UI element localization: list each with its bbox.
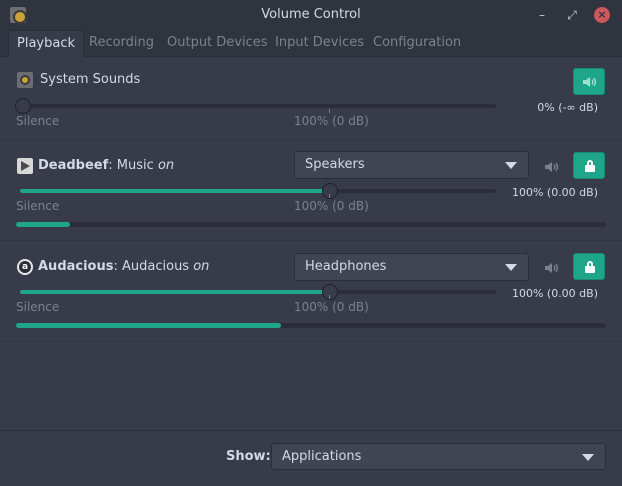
volume-value: 0% (-∞ dB)	[537, 101, 598, 114]
volume-slider[interactable]	[20, 284, 496, 300]
stream-audacious: a Audacious: Audacious on Headphones 100…	[0, 241, 622, 342]
silence-label: Silence	[16, 199, 60, 213]
on-word: on	[157, 158, 175, 173]
tab-playback[interactable]: Playback	[8, 30, 85, 57]
device-select-value: Speakers	[305, 157, 365, 172]
window-title: Volume Control	[261, 7, 361, 22]
system-sounds-icon	[17, 72, 33, 88]
show-filter-value: Applications	[282, 449, 362, 464]
name-separator: :	[113, 259, 122, 274]
media-name: Music	[116, 158, 154, 173]
silence-label: Silence	[16, 300, 60, 314]
stream-name: Audacious: Audacious on	[38, 259, 209, 274]
on-word: on	[193, 259, 210, 274]
volume-slider-handle[interactable]	[322, 284, 338, 300]
show-filter-select[interactable]: Applications	[271, 443, 606, 470]
footer: Show: Applications	[0, 430, 622, 486]
speaker-icon	[583, 77, 597, 87]
volume-value: 100% (0.00 dB)	[511, 287, 598, 300]
tab-bar: Playback Recording Output Devices Input …	[0, 30, 622, 57]
stream-name: Deadbeef: Music on	[38, 158, 174, 173]
reference-tick	[329, 295, 330, 299]
maximize-button[interactable]: ⤢	[563, 6, 581, 24]
volume-slider-handle[interactable]	[15, 98, 31, 114]
volume-control-window: Volume Control – ⤢ × Playback Recording …	[0, 0, 622, 486]
tab-output-devices[interactable]: Output Devices	[159, 30, 276, 57]
reference-label: 100% (0 dB)	[294, 199, 369, 213]
reference-label: 100% (0 dB)	[294, 300, 369, 314]
deadbeef-app-icon	[17, 158, 33, 174]
show-label: Show:	[226, 449, 271, 464]
peak-level-fill	[16, 222, 70, 227]
lock-channels-button[interactable]	[573, 152, 605, 179]
device-select[interactable]: Headphones	[294, 253, 529, 281]
name-separator: :	[108, 158, 117, 173]
mute-toggle-button[interactable]	[573, 68, 605, 95]
volume-slider[interactable]	[15, 98, 496, 114]
volume-slider-fill	[20, 189, 330, 193]
lock-channels-button[interactable]	[573, 253, 605, 280]
lock-icon	[585, 261, 595, 273]
stream-system-sounds: System Sounds 0% (-∞ dB) Silence 100% (0…	[0, 57, 622, 140]
silence-label: Silence	[16, 114, 60, 128]
tab-input-devices[interactable]: Input Devices	[267, 30, 372, 57]
volume-slider-fill	[20, 290, 330, 294]
close-button[interactable]: ×	[594, 7, 610, 23]
chevron-down-icon	[505, 264, 517, 271]
lock-icon	[585, 160, 595, 172]
peak-level-meter	[16, 222, 606, 227]
chevron-down-icon	[582, 454, 594, 461]
stream-name: System Sounds	[40, 72, 141, 87]
reference-label: 100% (0 dB)	[294, 114, 369, 128]
minimize-button[interactable]: –	[533, 6, 551, 24]
title-bar: Volume Control – ⤢ ×	[0, 0, 622, 30]
reference-tick	[329, 109, 330, 113]
device-select-value: Headphones	[305, 259, 387, 274]
tab-recording[interactable]: Recording	[81, 30, 162, 57]
device-select[interactable]: Speakers	[294, 151, 529, 179]
audacious-app-icon: a	[17, 259, 33, 275]
peak-level-fill	[16, 323, 281, 328]
tab-configuration[interactable]: Configuration	[365, 30, 469, 57]
reference-tick	[329, 194, 330, 198]
app-name: Audacious	[38, 259, 114, 274]
app-name: Deadbeef	[38, 158, 109, 173]
volume-slider-handle[interactable]	[322, 183, 338, 199]
speaker-icon[interactable]	[544, 261, 560, 275]
speaker-icon[interactable]	[544, 160, 560, 174]
stream-deadbeef: Deadbeef: Music on Speakers 100% (0.00 d…	[0, 140, 622, 241]
peak-level-meter	[16, 323, 606, 328]
chevron-down-icon	[505, 162, 517, 169]
volume-value: 100% (0.00 dB)	[511, 186, 598, 199]
media-name: Audacious	[122, 259, 190, 274]
volume-slider[interactable]	[20, 183, 496, 199]
